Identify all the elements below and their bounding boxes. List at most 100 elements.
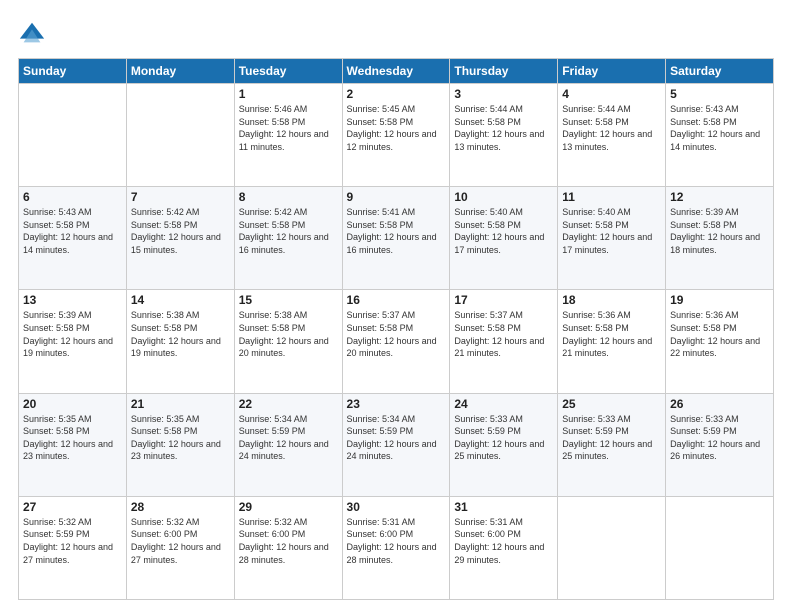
day-info: Sunrise: 5:34 AM Sunset: 5:59 PM Dayligh… xyxy=(347,413,446,463)
weekday-header: Thursday xyxy=(450,59,558,84)
weekday-header: Wednesday xyxy=(342,59,450,84)
day-number: 30 xyxy=(347,500,446,514)
page: SundayMondayTuesdayWednesdayThursdayFrid… xyxy=(0,0,792,612)
day-number: 23 xyxy=(347,397,446,411)
calendar-cell xyxy=(126,84,234,187)
day-number: 13 xyxy=(23,293,122,307)
calendar-cell: 19 Sunrise: 5:36 AM Sunset: 5:58 PM Dayli… xyxy=(666,290,774,393)
calendar-cell: 6 Sunrise: 5:43 AM Sunset: 5:58 PM Daylig… xyxy=(19,187,127,290)
calendar-week-row: 6 Sunrise: 5:43 AM Sunset: 5:58 PM Daylig… xyxy=(19,187,774,290)
calendar-cell: 25 Sunrise: 5:33 AM Sunset: 5:59 PM Dayli… xyxy=(558,393,666,496)
day-info: Sunrise: 5:41 AM Sunset: 5:58 PM Dayligh… xyxy=(347,206,446,256)
calendar-cell xyxy=(666,496,774,599)
calendar-header: SundayMondayTuesdayWednesdayThursdayFrid… xyxy=(19,59,774,84)
calendar-cell: 21 Sunrise: 5:35 AM Sunset: 5:58 PM Dayli… xyxy=(126,393,234,496)
day-number: 3 xyxy=(454,87,553,101)
day-info: Sunrise: 5:32 AM Sunset: 6:00 PM Dayligh… xyxy=(239,516,338,566)
calendar-cell xyxy=(558,496,666,599)
day-info: Sunrise: 5:31 AM Sunset: 6:00 PM Dayligh… xyxy=(454,516,553,566)
day-info: Sunrise: 5:31 AM Sunset: 6:00 PM Dayligh… xyxy=(347,516,446,566)
day-info: Sunrise: 5:44 AM Sunset: 5:58 PM Dayligh… xyxy=(562,103,661,153)
day-number: 22 xyxy=(239,397,338,411)
calendar-cell: 7 Sunrise: 5:42 AM Sunset: 5:58 PM Daylig… xyxy=(126,187,234,290)
calendar-cell: 2 Sunrise: 5:45 AM Sunset: 5:58 PM Daylig… xyxy=(342,84,450,187)
calendar-cell: 3 Sunrise: 5:44 AM Sunset: 5:58 PM Daylig… xyxy=(450,84,558,187)
day-number: 31 xyxy=(454,500,553,514)
day-number: 2 xyxy=(347,87,446,101)
day-info: Sunrise: 5:34 AM Sunset: 5:59 PM Dayligh… xyxy=(239,413,338,463)
weekday-row: SundayMondayTuesdayWednesdayThursdayFrid… xyxy=(19,59,774,84)
day-info: Sunrise: 5:39 AM Sunset: 5:58 PM Dayligh… xyxy=(670,206,769,256)
day-info: Sunrise: 5:36 AM Sunset: 5:58 PM Dayligh… xyxy=(562,309,661,359)
calendar-cell: 10 Sunrise: 5:40 AM Sunset: 5:58 PM Dayli… xyxy=(450,187,558,290)
calendar-cell: 22 Sunrise: 5:34 AM Sunset: 5:59 PM Dayli… xyxy=(234,393,342,496)
logo-icon xyxy=(18,20,46,48)
calendar-cell: 28Sunrise: 5:32 AM Sunset: 6:00 PM Dayli… xyxy=(126,496,234,599)
day-number: 14 xyxy=(131,293,230,307)
calendar-cell: 4 Sunrise: 5:44 AM Sunset: 5:58 PM Daylig… xyxy=(558,84,666,187)
calendar-cell: 17 Sunrise: 5:37 AM Sunset: 5:58 PM Dayli… xyxy=(450,290,558,393)
calendar-cell: 27Sunrise: 5:32 AM Sunset: 5:59 PM Dayli… xyxy=(19,496,127,599)
day-info: Sunrise: 5:39 AM Sunset: 5:58 PM Dayligh… xyxy=(23,309,122,359)
day-info: Sunrise: 5:42 AM Sunset: 5:58 PM Dayligh… xyxy=(131,206,230,256)
day-info: Sunrise: 5:40 AM Sunset: 5:58 PM Dayligh… xyxy=(454,206,553,256)
calendar-week-row: 13 Sunrise: 5:39 AM Sunset: 5:58 PM Dayli… xyxy=(19,290,774,393)
day-number: 26 xyxy=(670,397,769,411)
calendar-body: 1 Sunrise: 5:46 AM Sunset: 5:58 PM Daylig… xyxy=(19,84,774,600)
day-info: Sunrise: 5:46 AM Sunset: 5:58 PM Dayligh… xyxy=(239,103,338,153)
weekday-header: Monday xyxy=(126,59,234,84)
day-info: Sunrise: 5:36 AM Sunset: 5:58 PM Dayligh… xyxy=(670,309,769,359)
day-info: Sunrise: 5:37 AM Sunset: 5:58 PM Dayligh… xyxy=(347,309,446,359)
calendar-cell: 24 Sunrise: 5:33 AM Sunset: 5:59 PM Dayli… xyxy=(450,393,558,496)
calendar-cell: 9 Sunrise: 5:41 AM Sunset: 5:58 PM Daylig… xyxy=(342,187,450,290)
day-number: 27 xyxy=(23,500,122,514)
calendar-cell: 13 Sunrise: 5:39 AM Sunset: 5:58 PM Dayli… xyxy=(19,290,127,393)
calendar-cell: 12 Sunrise: 5:39 AM Sunset: 5:58 PM Dayli… xyxy=(666,187,774,290)
calendar-cell: 16 Sunrise: 5:37 AM Sunset: 5:58 PM Dayli… xyxy=(342,290,450,393)
calendar-cell: 18 Sunrise: 5:36 AM Sunset: 5:58 PM Dayli… xyxy=(558,290,666,393)
calendar-cell: 29 Sunrise: 5:32 AM Sunset: 6:00 PM Dayli… xyxy=(234,496,342,599)
day-number: 21 xyxy=(131,397,230,411)
day-number: 18 xyxy=(562,293,661,307)
calendar-cell: 23 Sunrise: 5:34 AM Sunset: 5:59 PM Dayli… xyxy=(342,393,450,496)
day-info: Sunrise: 5:44 AM Sunset: 5:58 PM Dayligh… xyxy=(454,103,553,153)
day-number: 25 xyxy=(562,397,661,411)
calendar-week-row: 27Sunrise: 5:32 AM Sunset: 5:59 PM Dayli… xyxy=(19,496,774,599)
day-number: 12 xyxy=(670,190,769,204)
day-number: 17 xyxy=(454,293,553,307)
day-info: Sunrise: 5:33 AM Sunset: 5:59 PM Dayligh… xyxy=(454,413,553,463)
day-number: 4 xyxy=(562,87,661,101)
day-number: 29 xyxy=(239,500,338,514)
day-info: Sunrise: 5:37 AM Sunset: 5:58 PM Dayligh… xyxy=(454,309,553,359)
calendar-cell: 31 Sunrise: 5:31 AM Sunset: 6:00 PM Dayli… xyxy=(450,496,558,599)
calendar: SundayMondayTuesdayWednesdayThursdayFrid… xyxy=(18,58,774,600)
day-number: 7 xyxy=(131,190,230,204)
calendar-cell: 30 Sunrise: 5:31 AM Sunset: 6:00 PM Dayli… xyxy=(342,496,450,599)
day-number: 19 xyxy=(670,293,769,307)
day-info: Sunrise: 5:35 AM Sunset: 5:58 PM Dayligh… xyxy=(131,413,230,463)
weekday-header: Sunday xyxy=(19,59,127,84)
calendar-cell: 8Sunrise: 5:42 AM Sunset: 5:58 PM Daylig… xyxy=(234,187,342,290)
day-info: Sunrise: 5:43 AM Sunset: 5:58 PM Dayligh… xyxy=(670,103,769,153)
calendar-week-row: 1 Sunrise: 5:46 AM Sunset: 5:58 PM Daylig… xyxy=(19,84,774,187)
day-number: 5 xyxy=(670,87,769,101)
day-number: 9 xyxy=(347,190,446,204)
day-number: 24 xyxy=(454,397,553,411)
logo xyxy=(18,20,48,48)
calendar-cell: 5 Sunrise: 5:43 AM Sunset: 5:58 PM Daylig… xyxy=(666,84,774,187)
day-info: Sunrise: 5:33 AM Sunset: 5:59 PM Dayligh… xyxy=(562,413,661,463)
header xyxy=(18,16,774,48)
day-number: 11 xyxy=(562,190,661,204)
day-info: Sunrise: 5:45 AM Sunset: 5:58 PM Dayligh… xyxy=(347,103,446,153)
day-number: 6 xyxy=(23,190,122,204)
day-number: 16 xyxy=(347,293,446,307)
calendar-cell: 20Sunrise: 5:35 AM Sunset: 5:58 PM Dayli… xyxy=(19,393,127,496)
day-info: Sunrise: 5:38 AM Sunset: 5:58 PM Dayligh… xyxy=(131,309,230,359)
weekday-header: Tuesday xyxy=(234,59,342,84)
calendar-cell: 11Sunrise: 5:40 AM Sunset: 5:58 PM Dayli… xyxy=(558,187,666,290)
calendar-cell: 14 Sunrise: 5:38 AM Sunset: 5:58 PM Dayli… xyxy=(126,290,234,393)
day-info: Sunrise: 5:33 AM Sunset: 5:59 PM Dayligh… xyxy=(670,413,769,463)
day-number: 1 xyxy=(239,87,338,101)
day-number: 10 xyxy=(454,190,553,204)
day-info: Sunrise: 5:43 AM Sunset: 5:58 PM Dayligh… xyxy=(23,206,122,256)
